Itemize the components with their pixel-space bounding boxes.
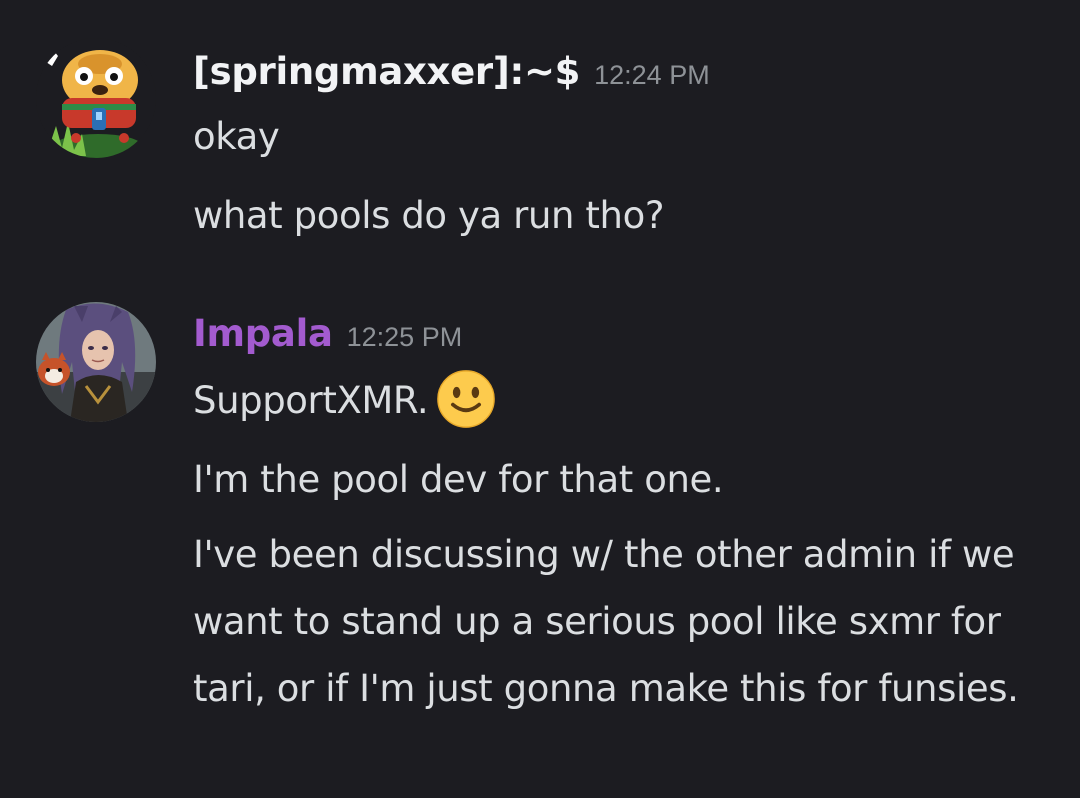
cartoon-dog-avatar-icon[interactable] (36, 38, 156, 158)
message-line: SupportXMR. (193, 367, 496, 434)
message-text: okay (193, 115, 280, 158)
message-header: [springmaxxer]:~$ 12:24 PM (193, 50, 710, 93)
username[interactable]: [springmaxxer]:~$ (193, 50, 580, 93)
username[interactable]: Impala (193, 312, 333, 355)
timestamp[interactable]: 12:24 PM (594, 60, 710, 90)
character-portrait-avatar-icon[interactable] (36, 302, 156, 422)
message-text: I've been discussing w/ the other admin … (193, 533, 1019, 710)
message-text: what pools do ya run tho? (193, 194, 665, 237)
message-text: I'm the pool dev for that one. (193, 458, 724, 501)
message-text: SupportXMR. (193, 379, 429, 422)
timestamp[interactable]: 12:25 PM (347, 322, 463, 352)
slightly-smiling-face-emoji-icon[interactable] (436, 369, 496, 429)
message-header: Impala 12:25 PM (193, 312, 462, 355)
